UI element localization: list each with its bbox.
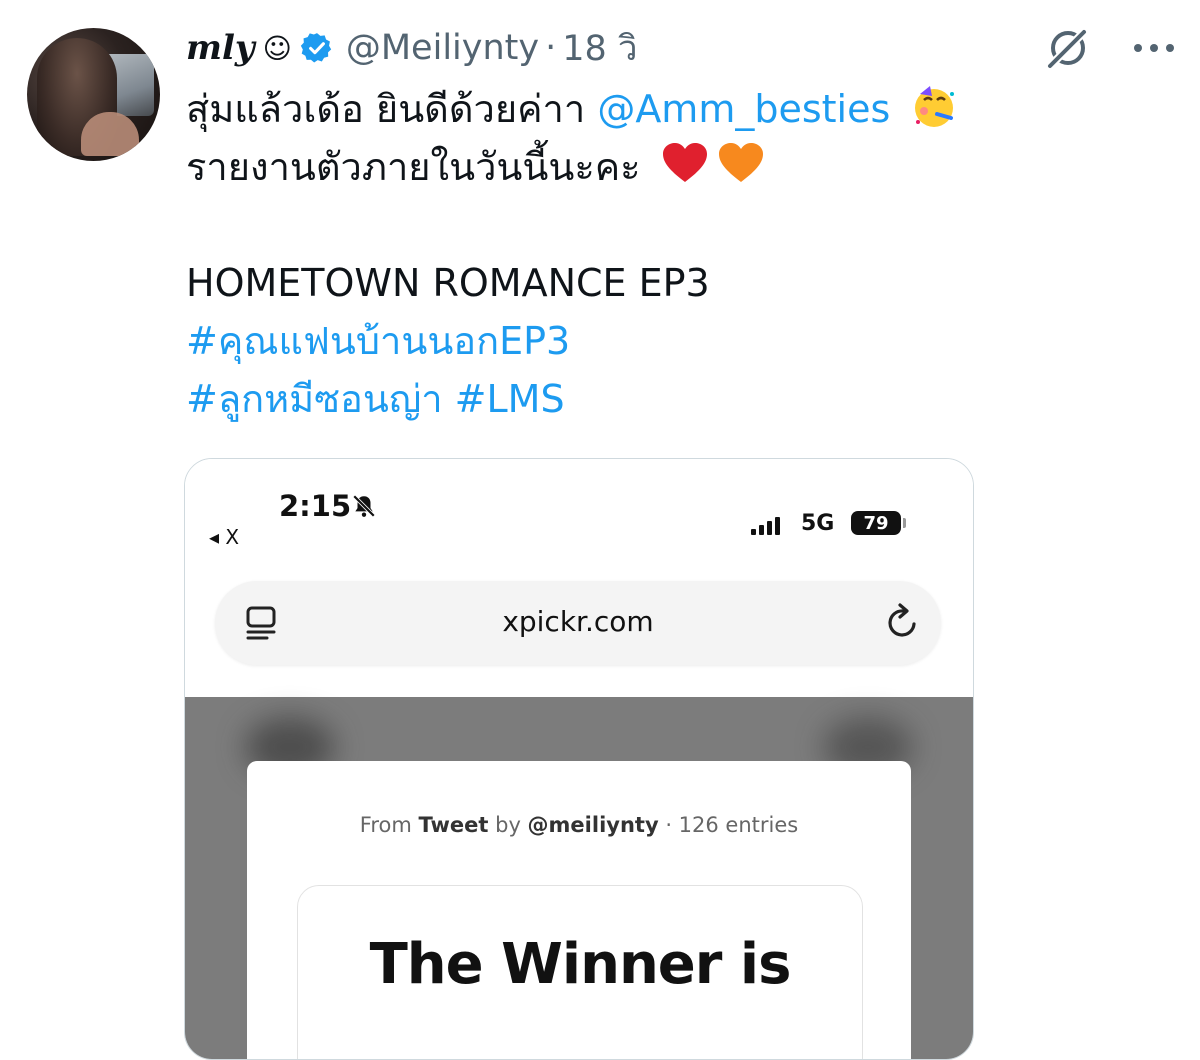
meta-user: @meiliynty [527, 813, 659, 837]
tweet-line-3: HOMETOWN ROMANCE EP3 [186, 261, 710, 305]
network-label: 5G [801, 511, 835, 536]
phone-status-bar: 2:15 ◂ X 5G 79 [185, 459, 973, 579]
avatar-shoulder [81, 112, 139, 156]
tweet-media-image[interactable]: 2:15 ◂ X 5G 79 xpickr.com From Tweet by … [184, 458, 974, 1060]
tweet-text-part: รายงานตัวภายในวันนี้นะคะ [186, 145, 641, 189]
verified-badge-icon [300, 31, 334, 65]
meta-entries: · 126 entries [658, 813, 799, 837]
tweet-text: สุ่มแล้วเด้อ ยินดีด้วยค่าา @Amm_besties … [186, 80, 1106, 428]
reload-icon [885, 603, 921, 645]
tweet-actions [1044, 26, 1176, 70]
back-to-app-link: ◂ X [209, 525, 240, 549]
winner-card: The Winner is [297, 885, 863, 1059]
user-handle[interactable]: @Meiliynty [346, 28, 539, 68]
tweet-line-4: #คุณแฟนบ้านนอกEP3 [186, 312, 1106, 370]
tweet-line-2: รายงานตัวภายในวันนี้นะคะ [186, 138, 1106, 196]
meta-source: Tweet [418, 813, 489, 837]
more-options-icon[interactable] [1132, 42, 1176, 54]
status-time: 2:15 [279, 489, 352, 523]
meta-from: From [359, 813, 419, 837]
display-name[interactable]: mly [186, 28, 255, 68]
battery-icon: 79 [851, 511, 901, 535]
hashtag-link[interactable]: #คุณแฟนบ้านนอกEP3 [186, 319, 570, 363]
winner-title: The Winner is [369, 932, 792, 997]
orange-heart-emoji-icon [717, 140, 765, 188]
partying-face-emoji-icon [910, 82, 958, 130]
browser-url-bar: xpickr.com [215, 581, 941, 665]
result-card: From Tweet by @meiliynty · 126 entries T… [247, 761, 911, 1059]
grok-icon[interactable] [1044, 24, 1092, 72]
url-text: xpickr.com [502, 605, 654, 638]
red-heart-emoji-icon [661, 140, 709, 188]
separator-dot: · [545, 28, 557, 68]
bell-muted-icon [351, 493, 377, 523]
battery-cap [903, 518, 906, 528]
tweet-line-5: #ลูกหมีซอนญ่า #LMS [186, 370, 1106, 428]
tweet-header: mly ☺ @Meiliynty · 18 วิ [186, 24, 638, 72]
tweet-text-part: สุ่มแล้วเด้อ ยินดีด้วยค่าา [186, 87, 598, 131]
tweet-line-1: สุ่มแล้วเด้อ ยินดีด้วยค่าา @Amm_besties [186, 80, 1106, 138]
avatar[interactable] [27, 28, 160, 161]
hashtag-link[interactable]: #ลูกหมีซอนญ่า [186, 377, 443, 421]
card-meta: From Tweet by @meiliynty · 126 entries [247, 813, 911, 837]
meta-by: by [488, 813, 528, 837]
mention-link[interactable]: @Amm_besties [597, 87, 890, 131]
hashtag-link[interactable]: #LMS [455, 377, 565, 421]
cellular-signal-icon [751, 515, 780, 535]
timestamp[interactable]: 18 วิ [562, 21, 637, 76]
smiley-emoji: ☺ [262, 31, 292, 65]
